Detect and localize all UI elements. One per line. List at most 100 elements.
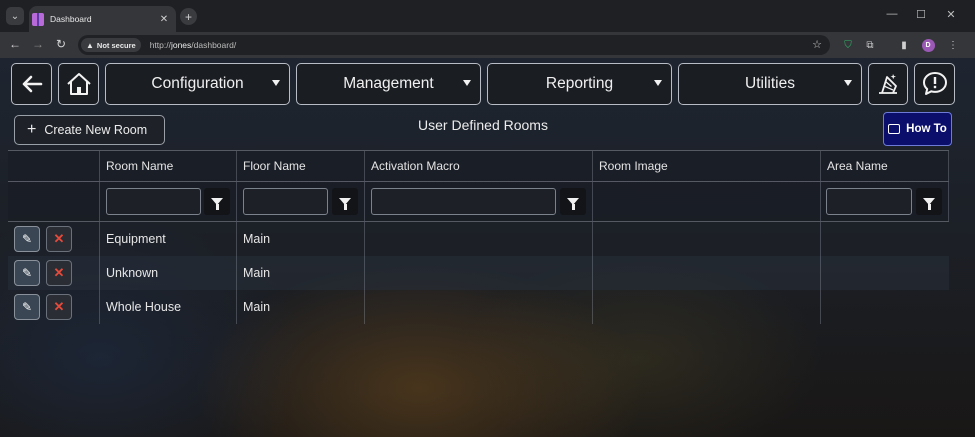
content-header: User Defined Rooms + Create New Room How… xyxy=(8,110,958,151)
filter-cell-room-image xyxy=(593,182,821,221)
cell-room-name: Equipment xyxy=(100,222,237,256)
delete-x-icon[interactable]: ✕ xyxy=(46,226,72,252)
cell-area-name xyxy=(821,256,949,290)
back-button[interactable] xyxy=(11,63,52,105)
room-name-filter-button[interactable] xyxy=(204,188,230,215)
chat-icon xyxy=(888,124,901,134)
back-arrow-icon[interactable]: ← xyxy=(8,37,22,51)
cell-area-name xyxy=(821,290,949,324)
home-icon xyxy=(66,73,91,95)
feedback-button[interactable] xyxy=(914,63,955,105)
filter-funnel-icon xyxy=(339,198,351,210)
browser-tab[interactable]: Dashboard ✕ xyxy=(29,6,176,32)
column-header-area-name[interactable]: Area Name xyxy=(821,151,949,181)
create-button-label: Create New Room xyxy=(44,123,148,137)
column-header-floor-name[interactable]: Floor Name xyxy=(237,151,365,181)
filter-cell-room-name xyxy=(100,182,237,221)
actions-column-header xyxy=(8,151,100,181)
caret-down-icon xyxy=(654,80,662,86)
filter-funnel-icon xyxy=(923,198,935,210)
browser-toolbar: ← → ↻ ▲ Not secure http://jones/dashboar… xyxy=(0,32,975,58)
table-filter-row xyxy=(8,182,949,222)
wizard-hat-icon xyxy=(879,74,897,94)
url-prefix: http:// xyxy=(149,40,171,50)
filter-funnel-icon xyxy=(211,198,223,210)
menu-configuration[interactable]: Configuration xyxy=(105,63,290,105)
filter-funnel-icon xyxy=(567,198,579,210)
address-bar[interactable]: ▲ Not secure http://jones/dashboard/ ☆ xyxy=(78,35,830,55)
delete-x-icon[interactable]: ✕ xyxy=(46,294,72,320)
caret-down-icon xyxy=(463,80,471,86)
home-button[interactable] xyxy=(58,63,99,105)
column-header-room-image[interactable]: Room Image xyxy=(593,151,821,181)
cell-floor-name: Main xyxy=(237,256,365,290)
plus-icon: + xyxy=(27,121,37,138)
floor-name-filter-input[interactable] xyxy=(243,188,328,215)
menu-label: Management xyxy=(343,75,434,92)
edit-pencil-icon[interactable]: ✎ xyxy=(14,226,40,252)
table-row[interactable]: ✎ ✕ Unknown Main xyxy=(8,256,949,290)
cell-room-name: Unknown xyxy=(100,256,237,290)
menu-label: Configuration xyxy=(151,75,244,92)
url-text[interactable]: http://jones/dashboard/ xyxy=(150,40,237,50)
caret-down-icon xyxy=(844,80,852,86)
menu-management[interactable]: Management xyxy=(296,63,481,105)
how-to-button[interactable]: How To xyxy=(883,112,952,146)
row-actions: ✎ ✕ xyxy=(8,256,100,290)
floor-name-filter-button[interactable] xyxy=(332,188,358,215)
area-name-filter-button[interactable] xyxy=(916,188,942,215)
room-name-filter-input[interactable] xyxy=(106,188,201,215)
extensions-puzzle-icon[interactable]: ⧉ xyxy=(863,38,877,52)
minimize-icon[interactable]: — xyxy=(885,8,899,20)
wizard-button[interactable] xyxy=(868,63,908,105)
profile-initial: D xyxy=(921,38,935,52)
activation-macro-filter-button[interactable] xyxy=(560,188,586,215)
menu-utilities[interactable]: Utilities xyxy=(678,63,862,105)
table-row[interactable]: ✎ ✕ Equipment Main xyxy=(8,222,949,256)
shield-extension-icon[interactable]: ⛉ xyxy=(841,38,855,52)
forward-arrow-icon[interactable]: → xyxy=(31,37,45,51)
side-panel-icon[interactable]: ▮ xyxy=(897,38,911,52)
reload-icon[interactable]: ↻ xyxy=(54,37,68,51)
edit-pencil-icon[interactable]: ✎ xyxy=(14,260,40,286)
how-to-label: How To xyxy=(906,123,947,135)
cell-room-image xyxy=(593,222,821,256)
close-tab-icon[interactable]: ✕ xyxy=(157,14,171,25)
speech-bubble-alert-icon xyxy=(922,72,947,95)
tab-title: Dashboard xyxy=(50,14,92,24)
url-host: jones xyxy=(170,40,192,50)
area-name-filter-input[interactable] xyxy=(826,188,912,215)
column-header-room-name[interactable]: Room Name xyxy=(100,151,237,181)
security-label: Not secure xyxy=(96,40,136,50)
cell-floor-name: Main xyxy=(237,290,365,324)
menu-reporting[interactable]: Reporting xyxy=(487,63,672,105)
app-page: Configuration Management Reporting Utili… xyxy=(0,58,975,437)
browser-titlebar: ⌄ Dashboard ✕ + — ☐ ✕ xyxy=(0,0,975,32)
left-arrow-icon xyxy=(22,75,42,93)
filter-cell-activation-macro xyxy=(365,182,593,221)
menu-label: Utilities xyxy=(745,75,795,92)
maximize-icon[interactable]: ☐ xyxy=(914,8,928,21)
table-row[interactable]: ✎ ✕ Whole House Main xyxy=(8,290,949,324)
new-tab-button[interactable]: + xyxy=(180,8,197,25)
filter-cell-actions xyxy=(8,182,100,221)
cell-floor-name: Main xyxy=(237,222,365,256)
column-header-activation-macro[interactable]: Activation Macro xyxy=(365,151,593,181)
warning-icon: ▲ xyxy=(86,40,94,50)
filter-cell-area-name xyxy=(821,182,949,221)
delete-x-icon[interactable]: ✕ xyxy=(46,260,72,286)
app-navbar: Configuration Management Reporting Utili… xyxy=(0,63,975,106)
browser-menu-icon[interactable]: ⋮ xyxy=(946,38,960,52)
filter-cell-floor-name xyxy=(237,182,365,221)
profile-avatar[interactable]: D xyxy=(921,38,935,52)
bookmark-star-icon[interactable]: ☆ xyxy=(812,38,822,51)
menu-label: Reporting xyxy=(545,75,614,92)
create-new-room-button[interactable]: + Create New Room xyxy=(14,115,165,145)
edit-pencil-icon[interactable]: ✎ xyxy=(14,294,40,320)
close-window-icon[interactable]: ✕ xyxy=(944,8,958,21)
activation-macro-filter-input[interactable] xyxy=(371,188,556,215)
security-chip[interactable]: ▲ Not secure xyxy=(81,38,141,52)
tab-search-button[interactable]: ⌄ xyxy=(6,7,24,25)
app-favicon-icon xyxy=(32,12,44,26)
cell-area-name xyxy=(821,222,949,256)
